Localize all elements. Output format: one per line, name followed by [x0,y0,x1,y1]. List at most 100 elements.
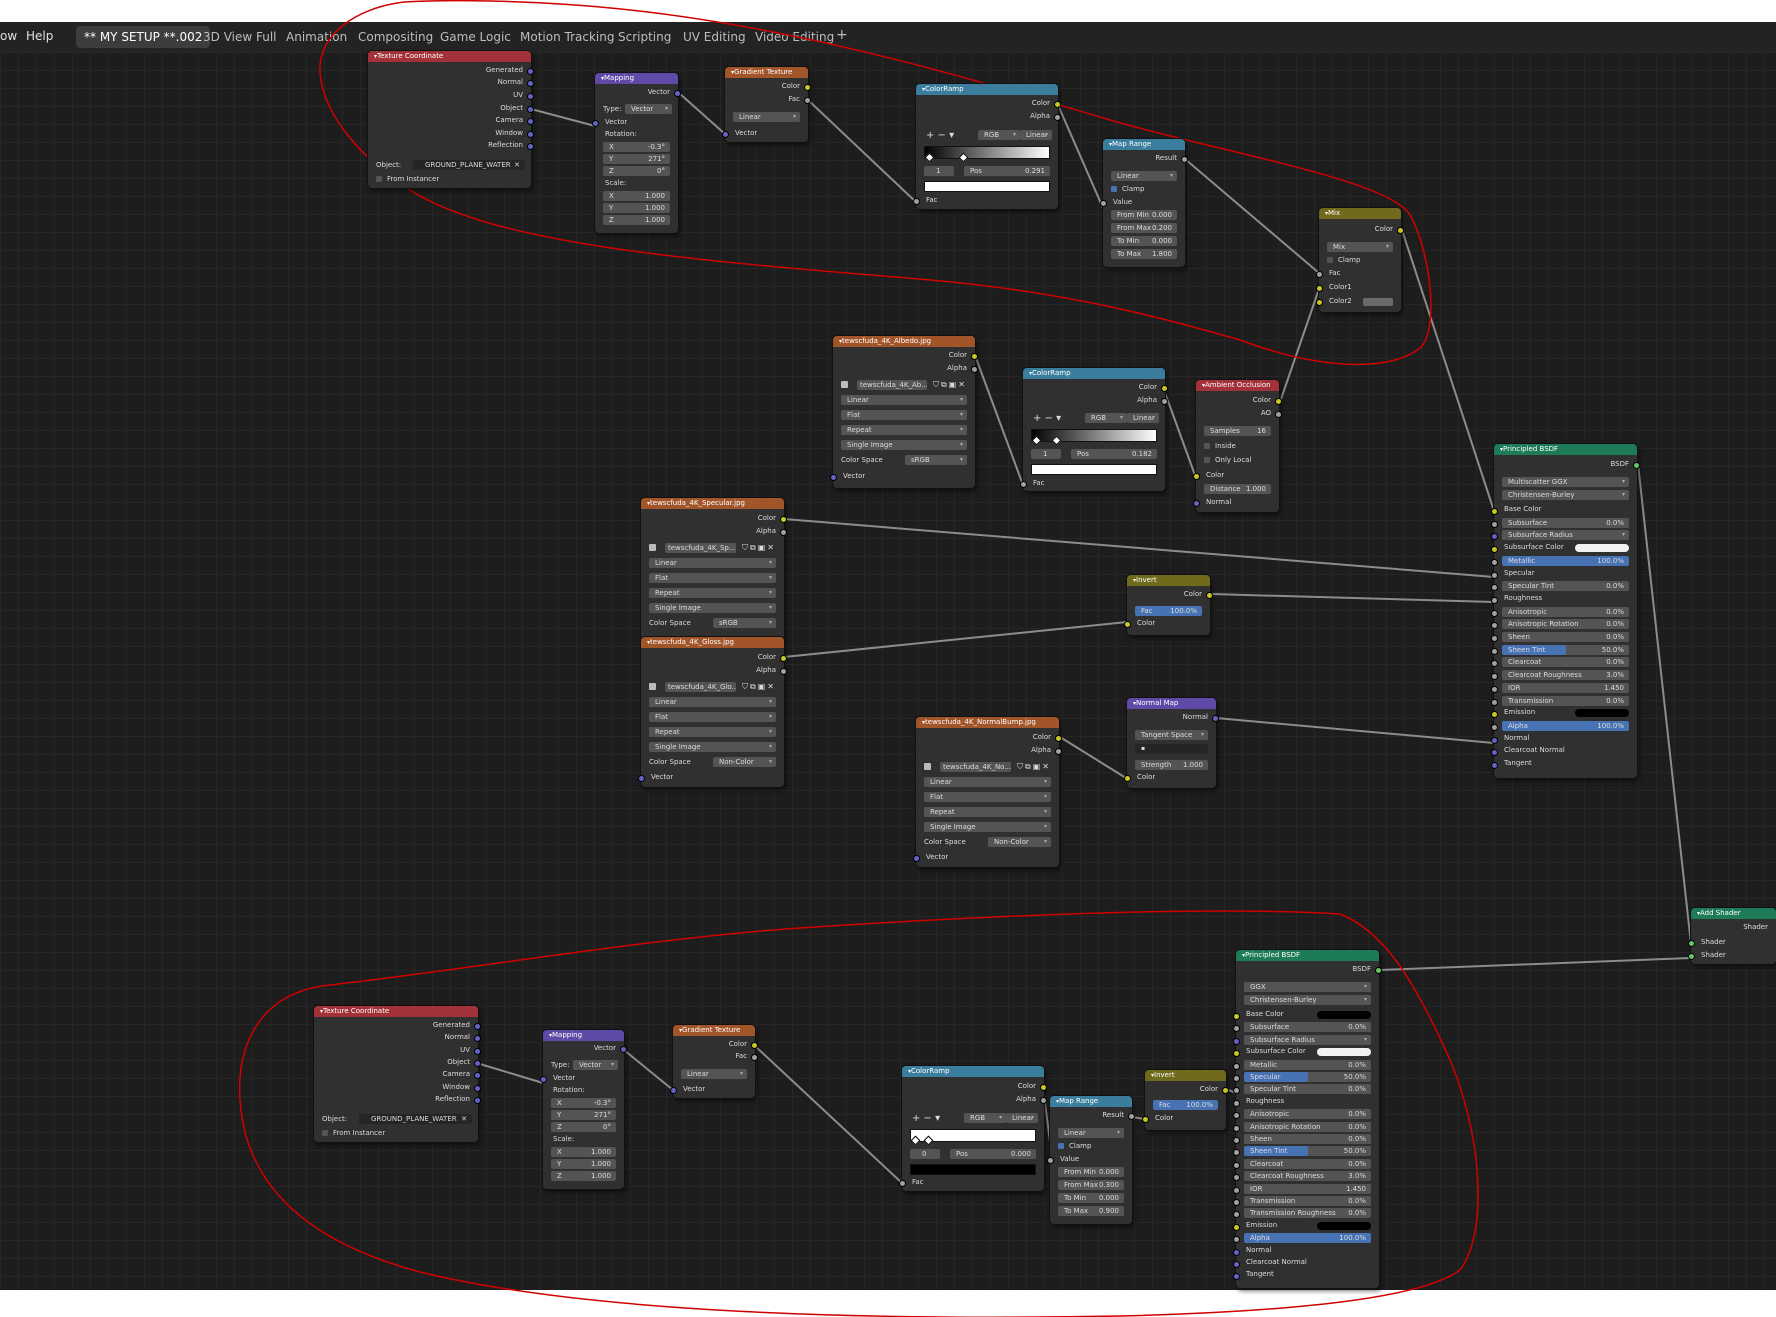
scale-z-field[interactable]: Z 1.000 [603,215,670,225]
stop-index-field[interactable]: 1 [924,166,954,176]
ramp-stop-white[interactable] [1051,435,1062,446]
scale-x-field[interactable]: X 1.000 [551,1147,616,1157]
interpolation-dropdown[interactable]: Linear ▾ [1127,413,1159,423]
alpha-field[interactable]: Alpha 100.0% [1244,1233,1371,1244]
node-header[interactable]: Texture Coordinate [314,1006,478,1017]
fac-slider[interactable]: Fac 100.0% [1135,606,1202,616]
socket-vector-in[interactable] [722,131,729,138]
color-ramp-node-top[interactable]: ColorRamp Color Alpha + − ▾ RGB▾ Linear▾… [913,84,1061,209]
socket-alpha[interactable] [1055,748,1062,755]
scale-z-field[interactable]: Z 1.000 [551,1171,616,1181]
socket-object[interactable] [527,106,534,113]
socket-color[interactable] [1206,592,1213,599]
gradient-type-dropdown[interactable]: Linear ▾ [733,112,800,122]
interpolation-dropdown[interactable]: Linear ▾ [1006,1113,1038,1123]
color2-swatch[interactable] [1363,298,1393,306]
add-stop-icon[interactable]: + − ▾ [926,130,954,141]
color-ramp-gradient[interactable] [910,1129,1036,1146]
socket-reflection[interactable] [474,1097,481,1104]
socket-uv[interactable] [474,1048,481,1055]
color-mode-dropdown[interactable]: RGB ▾ [978,130,1020,140]
color-ramp-node-mid[interactable]: ColorRamp Color Alpha + − ▾ RGB▾ Linear▾… [1020,368,1168,491]
socket-generated[interactable] [527,68,534,75]
samples-field[interactable]: Samples 16 [1204,426,1271,436]
source-dropdown[interactable]: Single Image ▾ [841,440,967,450]
socket-color[interactable] [804,84,811,91]
interpolation-dropdown[interactable]: Linear ▾ [841,395,967,405]
rotation-y-field[interactable]: Y 271° [551,1110,616,1120]
transmission-field[interactable]: Transmission 0.0% [1502,695,1629,706]
socket-subsurface-radius-in[interactable] [1491,533,1498,541]
interpolation-dropdown[interactable]: Linear ▾ [924,777,1051,787]
socket-color1-in[interactable] [1316,285,1323,292]
socket-color[interactable] [1054,101,1061,108]
socket-clearcoat-roughness-in[interactable] [1491,673,1498,681]
gradient-type-dropdown[interactable]: Linear ▾ [681,1069,747,1079]
blend-mode-dropdown[interactable]: Mix ▾ [1327,242,1393,252]
node-header[interactable]: Texture Coordinate [368,51,531,62]
metallic-field[interactable]: Metallic 0.0% [1244,1059,1371,1070]
stop-color-swatch[interactable] [1031,464,1157,475]
socket-metallic-in[interactable] [1233,1062,1240,1070]
socket-anisotropic-in[interactable] [1233,1112,1240,1120]
inside-checkbox[interactable] [1204,443,1210,449]
add-stop-icon[interactable]: + − ▾ [912,1113,940,1124]
socket-alpha[interactable] [1054,114,1061,121]
rotation-y-field[interactable]: Y 271° [603,154,670,164]
stop-position-field[interactable]: Pos 0.291 [964,166,1050,176]
socket-alpha-in[interactable] [1233,1236,1240,1244]
color-mode-dropdown[interactable]: RGB ▾ [1085,413,1127,423]
socket-fac[interactable] [751,1054,758,1061]
socket-alpha-in[interactable] [1491,723,1498,731]
node-header[interactable]: Principled BSDF [1494,444,1637,455]
gradient-texture-node-bottom[interactable]: Gradient Texture Color Fac Linear▾ Vecto… [670,1025,758,1098]
node-header[interactable]: tewscfuda_4K_Gloss.jpg [641,637,784,648]
image-actions-icon[interactable]: ⛉⧉▣✕ [742,682,776,692]
to-max-field[interactable]: To Max 1.800 [1111,249,1177,259]
image-texture-node-gloss[interactable]: tewscfuda_4K_Gloss.jpg Color Alpha tewsc… [638,637,787,787]
projection-dropdown[interactable]: Flat ▾ [841,410,967,420]
socket-result[interactable] [1181,156,1188,163]
subsurface-radius-dropdown[interactable]: Subsurface Radius ▾ [1244,1034,1371,1045]
socket-object[interactable] [474,1060,481,1067]
invert-node-bottom[interactable]: Invert Color Fac100.0% Color [1142,1070,1229,1130]
from-instancer-checkbox[interactable] [376,176,382,182]
to-min-field[interactable]: To Min 0.000 [1058,1193,1124,1203]
color-mode-dropdown[interactable]: RGB ▾ [964,1113,1006,1123]
clearcoat-roughness-field[interactable]: Clearcoat Roughness 3.0% [1244,1171,1371,1182]
color-swatch[interactable] [1575,709,1629,718]
socket-color-in[interactable] [1142,1116,1149,1123]
sheen-tint-field[interactable]: Sheen Tint 50.0% [1244,1146,1371,1157]
socket-color[interactable] [1222,1087,1229,1094]
socket-subsurface-in[interactable] [1233,1025,1240,1033]
stop-index-field[interactable]: 0 [910,1149,940,1159]
color-ramp-node-bottom[interactable]: ColorRamp Color Alpha + − ▾ RGB▾ Linear▾… [899,1066,1047,1191]
interpolation-dropdown[interactable]: Linear ▾ [1020,130,1052,140]
anisotropic-rotation-field[interactable]: Anisotropic Rotation 0.0% [1244,1121,1371,1132]
normal-map-node[interactable]: Normal Map Normal Tangent Space▾ ▪ Stren… [1124,698,1219,788]
color-space-dropdown[interactable]: Non-Color ▾ [988,837,1051,847]
node-header[interactable]: tewscfuda_4K_Specular.jpg [641,498,784,509]
socket-shader2-in[interactable] [1688,953,1695,960]
color-swatch[interactable] [1317,1011,1371,1019]
to-max-field[interactable]: To Max 0.900 [1058,1206,1124,1216]
anisotropic-rotation-field[interactable]: Anisotropic Rotation 0.0% [1502,619,1629,630]
socket-uv[interactable] [527,93,534,100]
node-header[interactable]: Mix [1319,208,1401,219]
transmission-field[interactable]: Transmission 0.0% [1244,1196,1371,1206]
from-instancer-checkbox[interactable] [322,1130,328,1136]
principled-bsdf-node-bottom[interactable]: Principled BSDF BSDF GGX▾ Christensen-Bu… [1233,950,1382,1288]
mix-node[interactable]: Mix Color Mix▾ Clamp Fac Color1 Color2 [1316,208,1404,312]
node-header[interactable]: tewscfuda_4K_NormalBump.jpg [916,717,1059,728]
socket-vector-in[interactable] [540,1076,547,1083]
socket-shader1-in[interactable] [1688,940,1695,947]
interpolation-dropdown[interactable]: Linear ▾ [649,558,776,568]
from-min-field[interactable]: From Min 0.000 [1111,210,1177,220]
node-header[interactable]: ColorRamp [902,1066,1044,1077]
socket-fac-in[interactable] [1316,271,1323,278]
image-texture-node-specular[interactable]: tewscfuda_4K_Specular.jpg Color Alpha te… [641,498,787,640]
node-header[interactable]: Gradient Texture [725,67,808,78]
socket-normal[interactable] [1212,715,1219,722]
node-header[interactable]: tewscfuda_4K_Albedo.jpg [833,336,975,347]
distance-field[interactable]: Distance 1.000 [1204,484,1271,494]
